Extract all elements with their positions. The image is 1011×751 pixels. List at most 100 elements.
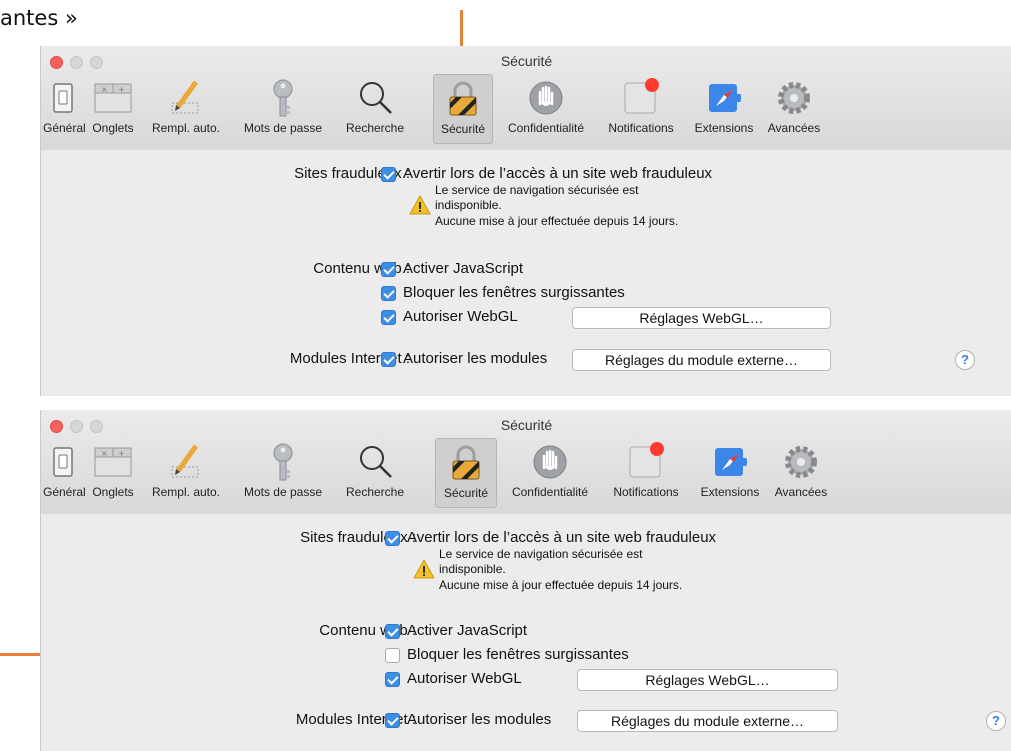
gear-icon [785, 446, 817, 478]
svg-text:+: + [118, 449, 125, 458]
tab-label: Extensions [700, 485, 760, 499]
tab-label: Avancées [767, 121, 821, 135]
module-settings-button[interactable]: Réglages du module externe… [572, 349, 831, 371]
warning-line-1: Le service de navigation sécurisée est [435, 183, 639, 197]
toolbar: Sécurité Général × + Onglets Rempl. auto.… [41, 46, 1011, 151]
notification-icon [629, 442, 664, 478]
tab-label: Sécurité [440, 122, 486, 136]
warning-line-1: Le service de navigation sécurisée est [439, 547, 643, 561]
tab-autofill[interactable]: Rempl. auto. [143, 438, 229, 508]
block-popups-checkbox[interactable] [381, 286, 396, 301]
header-text: antes » [0, 6, 78, 30]
help-button[interactable]: ? [986, 711, 1006, 731]
tab-extensions[interactable]: Extensions [686, 74, 762, 144]
modules-checkbox[interactable] [385, 713, 400, 728]
preferences-window-2: Sécurité Général × + Onglets Rempl. auto.… [40, 410, 1011, 751]
tab-label: Mots de passe [243, 121, 323, 135]
search-icon [360, 446, 392, 478]
lock-icon [449, 81, 477, 116]
tab-label: Notifications [613, 485, 679, 499]
lock-icon [452, 445, 480, 480]
tab-label: Avancées [774, 485, 828, 499]
tab-security[interactable]: Sécurité [435, 438, 497, 508]
fraud-warning-checkbox[interactable] [381, 167, 396, 182]
general-switch-icon [53, 447, 73, 477]
warning-line-2: indisponible. [435, 198, 502, 212]
tab-label: Confidentialité [511, 485, 589, 499]
autofill-pencil-icon [171, 444, 199, 478]
svg-text:+: + [118, 85, 125, 94]
webgl-option[interactable]: Autoriser WebGL [403, 308, 518, 325]
tab-passwords[interactable]: Mots de passe [231, 74, 335, 144]
javascript-checkbox[interactable] [385, 624, 400, 639]
tab-notifications[interactable]: Notifications [598, 74, 684, 144]
block-popups-option[interactable]: Bloquer les fenêtres surgissantes [407, 646, 629, 663]
help-button[interactable]: ? [955, 350, 975, 370]
tab-extensions[interactable]: Extensions [692, 438, 768, 508]
tab-general[interactable]: Général [43, 438, 86, 508]
modules-option[interactable]: Autoriser les modules [403, 350, 547, 367]
tab-notifications[interactable]: Notifications [603, 438, 689, 508]
tab-label: Général [43, 485, 86, 499]
javascript-option[interactable]: Activer JavaScript [407, 622, 527, 639]
modules-checkbox[interactable] [381, 352, 396, 367]
fraud-warning-option[interactable]: Avertir lors de l’accès à un site web fr… [403, 165, 712, 182]
toolbar: Sécurité Général × + Onglets Rempl. auto.… [41, 410, 1011, 515]
tab-passwords[interactable]: Mots de passe [231, 438, 335, 508]
tab-label: Extensions [694, 121, 754, 135]
svg-text:×: × [101, 85, 108, 94]
tab-label: Onglets [92, 121, 134, 135]
webgl-checkbox[interactable] [385, 672, 400, 687]
block-popups-option[interactable]: Bloquer les fenêtres surgissantes [403, 284, 625, 301]
tab-privacy[interactable]: Confidentialité [496, 74, 596, 144]
tabs-icon: × + [94, 447, 132, 477]
tab-label: Sécurité [443, 486, 489, 500]
webgl-checkbox[interactable] [381, 310, 396, 325]
warning-line-3: Aucune mise à jour effectuée depuis 14 j… [439, 578, 683, 592]
general-switch-icon [53, 83, 73, 113]
tab-general[interactable]: Général [43, 74, 86, 144]
tab-label: Recherche [345, 485, 405, 499]
webgl-option[interactable]: Autoriser WebGL [407, 670, 522, 687]
tab-privacy[interactable]: Confidentialité [500, 438, 600, 508]
tab-label: Rempl. auto. [151, 121, 221, 135]
tab-label: Notifications [608, 121, 674, 135]
tab-security[interactable]: Sécurité [433, 74, 493, 144]
modules-option[interactable]: Autoriser les modules [407, 711, 551, 728]
extensions-compass-icon [709, 84, 741, 112]
preferences-window-1: Sécurité Général × + Onglets Rempl. auto.… [40, 46, 1011, 396]
webgl-settings-button[interactable]: Réglages WebGL… [577, 669, 838, 691]
warning-icon [413, 559, 435, 579]
key-icon [273, 443, 293, 481]
tab-search[interactable]: Recherche [337, 438, 413, 508]
tab-tabs[interactable]: × + Onglets [85, 74, 141, 144]
tab-tabs[interactable]: × + Onglets [85, 438, 141, 508]
tab-label: Recherche [345, 121, 405, 135]
key-icon [273, 79, 293, 117]
tab-label: Rempl. auto. [151, 485, 221, 499]
security-panel: Sites frauduleux : Avertir lors de l’acc… [41, 150, 1011, 396]
module-settings-button[interactable]: Réglages du module externe… [577, 710, 838, 732]
tab-label: Confidentialité [507, 121, 585, 135]
fraud-warning-option[interactable]: Avertir lors de l’accès à un site web fr… [407, 529, 716, 546]
tab-advanced[interactable]: Avancées [770, 438, 832, 508]
tab-autofill[interactable]: Rempl. auto. [143, 74, 229, 144]
tab-advanced[interactable]: Avancées [763, 74, 825, 144]
fraud-warning-checkbox[interactable] [385, 531, 400, 546]
tab-label: Onglets [92, 485, 134, 499]
gear-icon [778, 82, 810, 114]
webgl-settings-button[interactable]: Réglages WebGL… [572, 307, 831, 329]
javascript-option[interactable]: Activer JavaScript [403, 260, 523, 277]
svg-text:×: × [101, 449, 108, 458]
extensions-compass-icon [715, 448, 747, 476]
tab-search[interactable]: Recherche [337, 74, 413, 144]
tabs-icon: × + [94, 83, 132, 113]
search-icon [360, 82, 392, 114]
block-popups-checkbox[interactable] [385, 648, 400, 663]
tab-label: Général [43, 121, 86, 135]
web-content-label: Contenu web : [319, 622, 416, 639]
warning-icon [409, 195, 431, 215]
hand-icon [533, 445, 567, 479]
javascript-checkbox[interactable] [381, 262, 396, 277]
hand-icon [529, 81, 563, 115]
